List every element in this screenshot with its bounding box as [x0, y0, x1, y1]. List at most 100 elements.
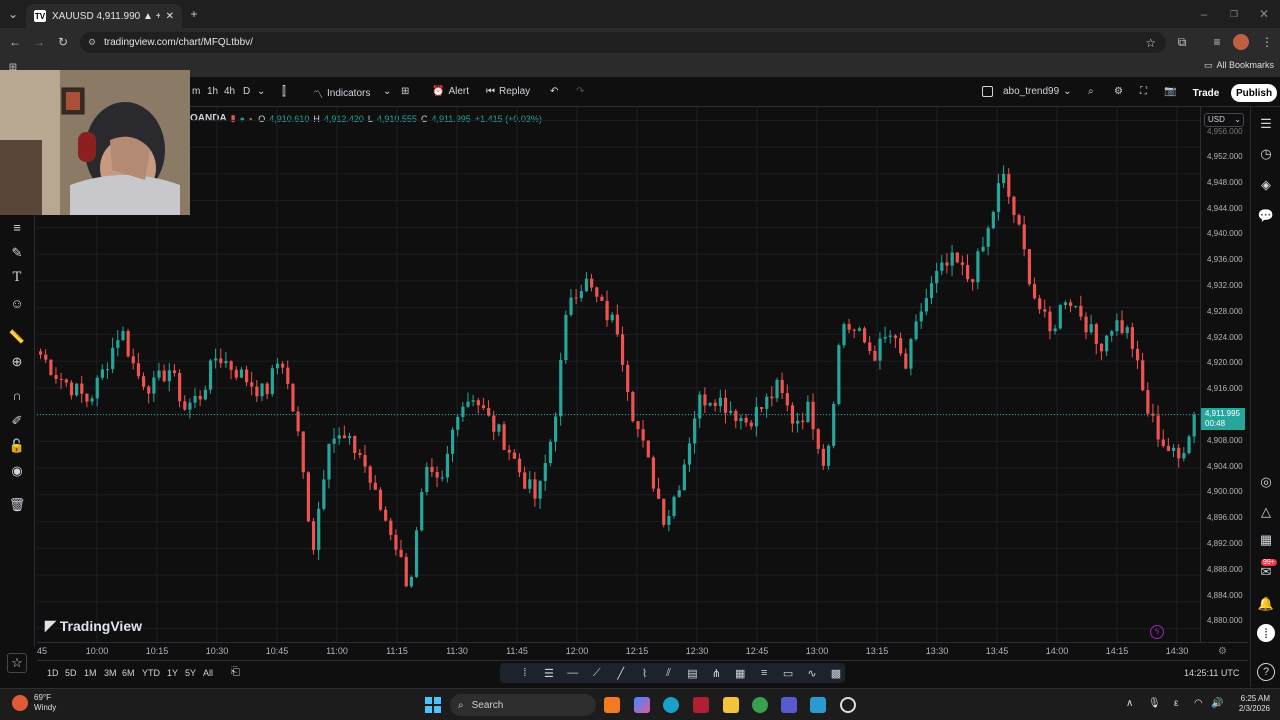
- profile-avatar-icon[interactable]: [1233, 34, 1249, 50]
- pitchfork-icon[interactable]: ⋔: [707, 667, 725, 680]
- microphone-icon[interactable]: 🎙: [1148, 698, 1161, 709]
- goto-date-icon[interactable]: ⎗: [231, 666, 240, 679]
- apps-dots-icon[interactable]: ⁞: [1257, 624, 1275, 642]
- interval-d[interactable]: D: [243, 86, 250, 97]
- layout-button[interactable]: abo_trend99 ⌄: [982, 86, 1072, 97]
- range-1y[interactable]: 1Y: [167, 668, 178, 678]
- indicator-templates-icon[interactable]: ⌄: [383, 86, 391, 97]
- channel-icon[interactable]: ⫽: [660, 667, 678, 680]
- indicators-button[interactable]: 〽 Indicators: [313, 86, 370, 101]
- url-input[interactable]: ⚙ tradingview.com/chart/MFQLtbbv/ ☆: [80, 32, 1166, 53]
- copilot-icon[interactable]: [634, 697, 650, 713]
- app-blue-icon[interactable]: [810, 697, 826, 713]
- minimize-icon[interactable]: –: [1196, 6, 1212, 22]
- magnet-icon[interactable]: ∩: [9, 387, 25, 403]
- eye-icon[interactable]: ◉: [9, 463, 25, 479]
- start-button-icon[interactable]: [425, 697, 441, 713]
- interval-1h[interactable]: 1h: [207, 86, 218, 97]
- interval-dropdown-icon[interactable]: ⌄: [257, 86, 265, 97]
- teams-icon[interactable]: [781, 697, 797, 713]
- axis-settings-icon[interactable]: ⚙: [1218, 646, 1227, 657]
- tray-chevron-icon[interactable]: ∧: [1126, 698, 1133, 709]
- language-icon[interactable]: ε: [1174, 698, 1178, 709]
- reload-icon[interactable]: ↻: [55, 34, 71, 50]
- layout-grid-icon[interactable]: ⊞: [401, 86, 409, 97]
- extensions-icon[interactable]: ⧉: [1174, 34, 1190, 50]
- app-record-icon[interactable]: [840, 697, 856, 713]
- all-bookmarks-button[interactable]: ▭ All Bookmarks: [1204, 60, 1274, 71]
- publish-button[interactable]: Publish: [1231, 84, 1277, 102]
- price-chart[interactable]: [37, 107, 1200, 642]
- parallel-icon[interactable]: ▤: [683, 667, 701, 680]
- range-6m[interactable]: 6M: [122, 668, 135, 678]
- grid-tool-icon[interactable]: ▩: [827, 667, 845, 680]
- camera-icon[interactable]: 📷: [1164, 86, 1176, 97]
- rectangle-icon[interactable]: ▭: [779, 667, 797, 680]
- zigzag-icon[interactable]: ∿: [803, 667, 821, 680]
- volume-icon[interactable]: 🔊: [1211, 698, 1223, 709]
- back-icon[interactable]: ←: [7, 34, 23, 50]
- path-icon[interactable]: ⌇: [636, 667, 654, 680]
- edge-icon[interactable]: [663, 697, 679, 713]
- taskbar-search[interactable]: ⌕ Search: [450, 694, 596, 716]
- restore-icon[interactable]: ❐: [1226, 6, 1242, 22]
- chat-icon[interactable]: 💬: [1257, 207, 1275, 225]
- currency-selector[interactable]: USD ⌄: [1204, 113, 1244, 127]
- target-icon[interactable]: ◎: [1257, 473, 1275, 491]
- undo-icon[interactable]: ↶: [550, 86, 558, 97]
- range-3m[interactable]: 3M: [104, 668, 117, 678]
- quick-search-icon[interactable]: ⌕: [1088, 86, 1094, 97]
- chart-type-icon[interactable]: ⫿: [282, 84, 286, 99]
- horizontal-ray-icon[interactable]: —: [564, 667, 582, 679]
- range-icon[interactable]: ≡: [755, 667, 773, 679]
- trash-icon[interactable]: 🗑: [9, 497, 26, 513]
- settings-gear-icon[interactable]: ⚙: [1114, 86, 1123, 97]
- pencil-lock-icon[interactable]: ✐: [9, 413, 25, 429]
- chrome-icon[interactable]: [752, 697, 768, 713]
- wifi-icon[interactable]: ◠: [1194, 698, 1203, 709]
- ideas-icon[interactable]: △: [1257, 503, 1275, 521]
- redo-icon[interactable]: ↷: [576, 86, 584, 97]
- zoom-in-icon[interactable]: ⊕: [9, 354, 25, 370]
- bell-icon[interactable]: 🔔: [1257, 595, 1275, 613]
- interval-minutes[interactable]: m: [192, 86, 200, 97]
- range-1m[interactable]: 1M: [84, 668, 97, 678]
- bookmark-star-icon[interactable]: ☆: [1145, 36, 1156, 50]
- time-axis[interactable]: 45 10:00 10:15 10:30 10:45 11:00 11:15 11:30 11:…: [37, 642, 1248, 660]
- trade-button[interactable]: Trade: [1186, 84, 1226, 102]
- taskbar-clock[interactable]: 6:25 AM 2/3/2026: [1232, 694, 1270, 714]
- help-icon[interactable]: ?: [1257, 663, 1275, 681]
- alerts-clock-icon[interactable]: ◷: [1257, 145, 1275, 163]
- gann-icon[interactable]: ▦: [731, 667, 749, 680]
- lines-menu-icon[interactable]: ≡: [9, 219, 25, 235]
- forward-icon[interactable]: →: [31, 34, 47, 50]
- range-all[interactable]: All: [203, 668, 213, 678]
- app-orange-icon[interactable]: [604, 697, 620, 713]
- range-5d[interactable]: 5D: [65, 668, 77, 678]
- trend-line-icon[interactable]: ╱: [612, 667, 630, 680]
- file-explorer-icon[interactable]: [723, 697, 739, 713]
- lightning-icon[interactable]: ϟ: [1150, 625, 1164, 639]
- watchlist-icon[interactable]: ☰: [1257, 115, 1275, 133]
- price-axis[interactable]: USD ⌄ 4,956.000 4,952.000 4,948.000 4,944.0…: [1200, 107, 1248, 642]
- replay-button[interactable]: ⏮ Replay: [486, 86, 530, 97]
- new-tab-icon[interactable]: +: [186, 6, 202, 22]
- fullscreen-icon[interactable]: ⛶: [1140, 86, 1147, 97]
- favorites-star-icon[interactable]: ☆: [7, 653, 27, 673]
- site-info-icon[interactable]: ⚙: [88, 37, 96, 48]
- text-tool-icon[interactable]: T: [9, 269, 25, 285]
- emoji-icon[interactable]: ☺: [9, 295, 25, 311]
- lock-icon[interactable]: 🔓: [9, 438, 25, 454]
- range-5y[interactable]: 5Y: [185, 668, 196, 678]
- layers-icon[interactable]: ◈: [1257, 176, 1275, 194]
- brush-icon[interactable]: ✎: [9, 245, 25, 261]
- calendar-icon[interactable]: ▦: [1257, 531, 1275, 549]
- reading-list-icon[interactable]: ≡: [1209, 34, 1225, 50]
- browser-menu-icon[interactable]: ⋮: [1259, 34, 1275, 50]
- utc-clock[interactable]: 14:25:11 UTC: [1184, 668, 1239, 678]
- browser-tab[interactable]: TV XAUUSD 4,911.990 ▲ +5.38% ✕: [26, 4, 182, 28]
- range-1d[interactable]: 1D: [47, 668, 59, 678]
- range-ytd[interactable]: YTD: [142, 668, 160, 678]
- close-window-icon[interactable]: ✕: [1256, 6, 1272, 22]
- fib-icon[interactable]: ⟋: [588, 667, 606, 680]
